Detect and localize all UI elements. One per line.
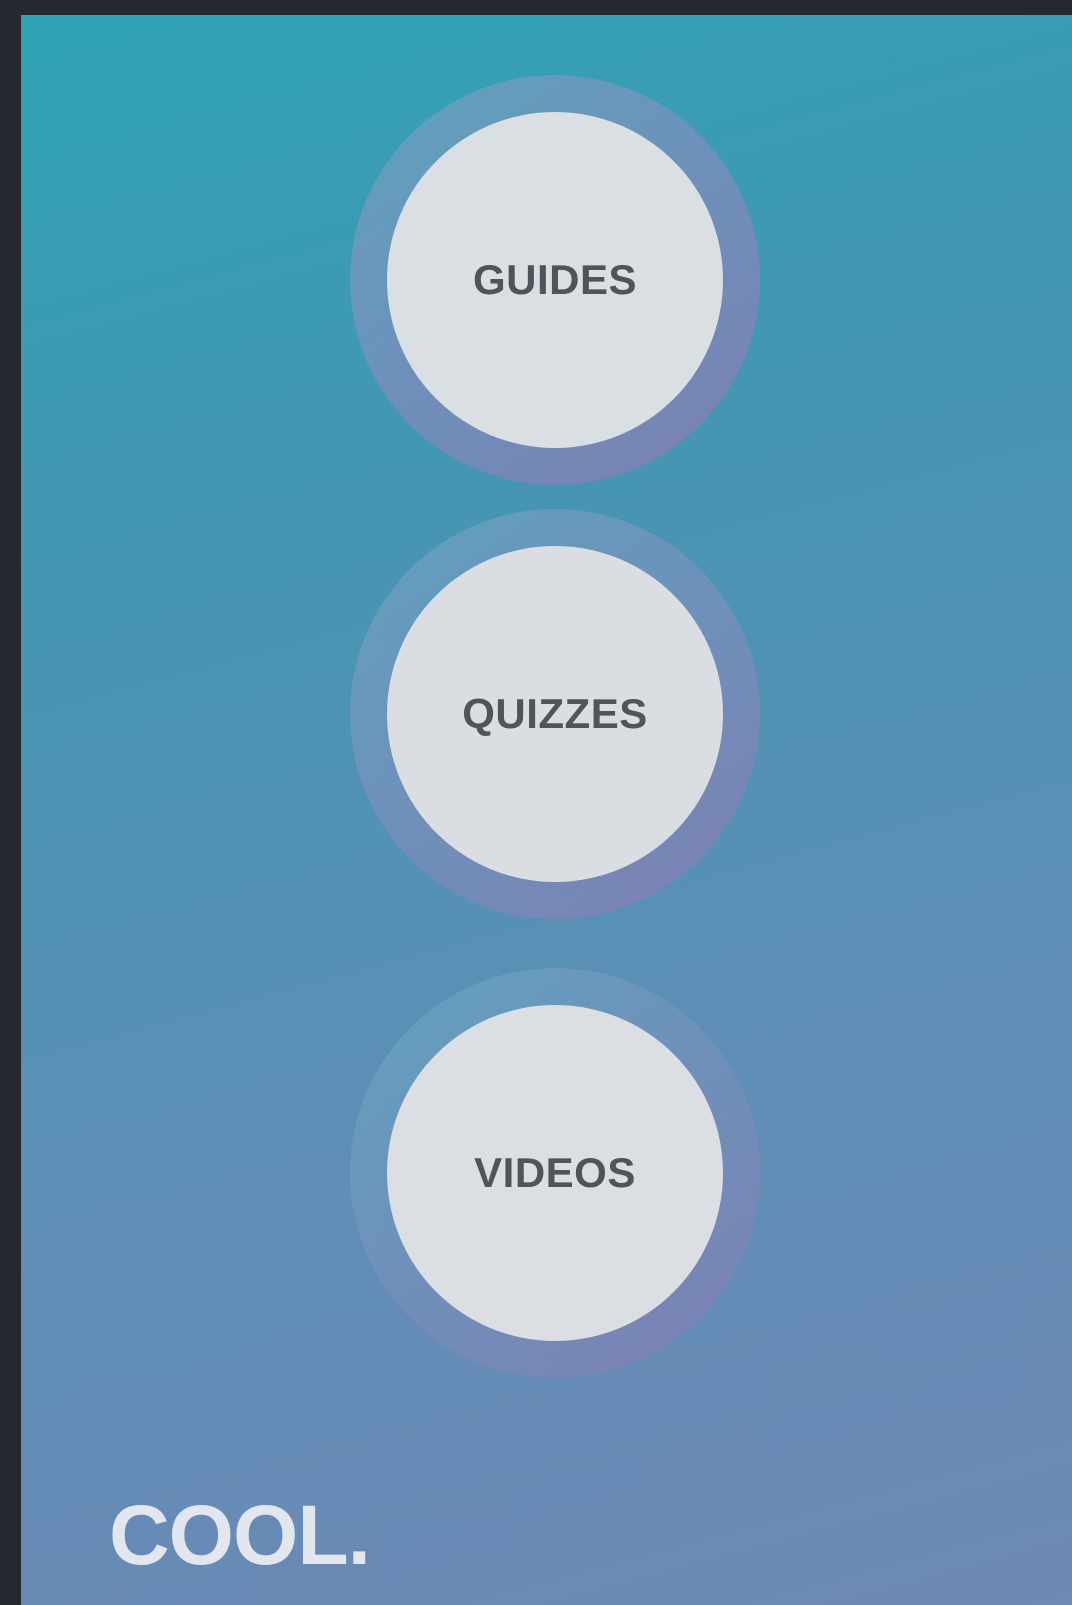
quizzes-ring: QUIZZES (350, 509, 760, 919)
guides-label: GUIDES (472, 256, 638, 303)
guides-ring: GUIDES (350, 75, 760, 485)
main-panel: GUIDES QUIZZES VIDEOS COOL. (21, 15, 1072, 1605)
guides-button[interactable]: GUIDES (387, 112, 723, 448)
app-frame: GUIDES QUIZZES VIDEOS COOL. (0, 0, 1072, 1605)
videos-label: VIDEOS (474, 1149, 636, 1196)
quizzes-label: QUIZZES (462, 690, 648, 737)
videos-button[interactable]: VIDEOS (387, 1005, 723, 1341)
quizzes-button[interactable]: QUIZZES (387, 546, 723, 882)
brand-wordmark: COOL. (109, 1488, 371, 1582)
videos-ring: VIDEOS (350, 968, 760, 1378)
